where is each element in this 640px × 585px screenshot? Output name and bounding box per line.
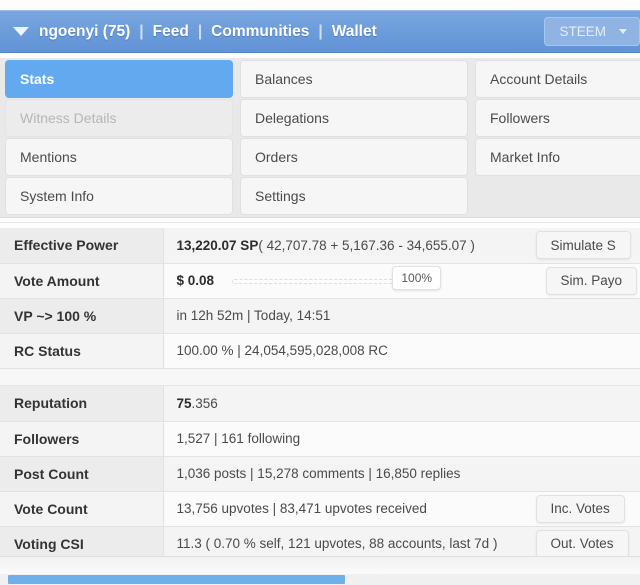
- tab-stats[interactable]: Stats: [5, 60, 233, 98]
- stat-value-primary: $ 0.08: [176, 273, 215, 288]
- bottom-gap-band: [0, 556, 640, 574]
- stat-value-primary: 13,220.07 SP: [176, 237, 259, 253]
- stat-value: in 12h 52m | Today, 14:51: [177, 308, 640, 323]
- tab-witness-details: Witness Details: [5, 99, 233, 137]
- nav-separator: |: [197, 22, 203, 40]
- nav-separator: |: [139, 22, 144, 40]
- slider-thumb[interactable]: 100%: [392, 265, 442, 290]
- action-button-simulate-s[interactable]: Simulate S: [535, 231, 631, 259]
- action-button-inc-votes[interactable]: Inc. Votes: [535, 494, 625, 523]
- stat-label: Post Count: [0, 456, 164, 492]
- stats-table-top: Effective Power 13,220.07 SP ( 42,707.78 …: [0, 228, 640, 369]
- stat-value-secondary: .356: [191, 395, 218, 411]
- panel-divider: [0, 217, 640, 218]
- stat-value-cell: $ 0.08 100% Sim. Payo: [163, 263, 640, 299]
- nav-separator: |: [318, 22, 323, 40]
- table-row: Vote Amount $ 0.08 100% Sim. Payo: [0, 263, 640, 299]
- stat-value-cell: 13,220.07 SP ( 42,707.78 + 5,167.36 - 34…: [163, 228, 640, 264]
- stat-value-cell: 1,527 | 161 following: [163, 421, 640, 457]
- tab-label: Orders: [255, 149, 298, 165]
- table-row: Post Count 1,036 posts | 15,278 comments …: [0, 456, 640, 492]
- panel-divider-secondary: [0, 222, 640, 223]
- table-row: Reputation 75.356: [0, 386, 640, 422]
- tab-grid: Stats Balances Account Details Witness Deta…: [0, 60, 640, 215]
- stat-value: 100.00 % | 24,054,595,028,008 RC: [177, 343, 640, 358]
- tab-label: Stats: [20, 71, 55, 87]
- stat-label: RC Status: [0, 333, 164, 369]
- stat-value-cell: 100.00 % | 24,054,595,028,008 RC: [163, 333, 640, 369]
- stat-label: Vote Amount: [0, 263, 164, 299]
- stat-value-primary: 75: [176, 395, 192, 411]
- stat-value-cell: in 12h 52m | Today, 14:51: [163, 298, 640, 334]
- tab-followers[interactable]: Followers: [475, 99, 640, 137]
- tab-orders[interactable]: Orders: [240, 138, 468, 176]
- tab-account-details[interactable]: Account Details: [475, 60, 640, 98]
- app-root: ngoenyi (75) | Feed | Communities | Wall…: [0, 0, 640, 585]
- chevron-down-icon: [619, 29, 627, 34]
- stat-value-secondary: 100.00 % | 24,054,595,028,008 RC: [176, 343, 388, 358]
- spacer-cell-label: [0, 368, 163, 386]
- tab-label: Witness Details: [20, 110, 117, 126]
- table-row: Effective Power 13,220.07 SP ( 42,707.78 …: [0, 228, 640, 264]
- currency-dropdown-label: STEEM: [559, 24, 606, 39]
- tab-panel: Stats Balances Account Details Witness Deta…: [0, 58, 640, 217]
- tab-mentions[interactable]: Mentions: [5, 138, 233, 176]
- tab-balances[interactable]: Balances: [240, 60, 468, 98]
- currency-dropdown[interactable]: STEEM: [544, 17, 640, 46]
- stat-value: 1,036 posts | 15,278 comments | 16,850 r…: [177, 466, 640, 481]
- tab-placeholder: [475, 177, 640, 215]
- nav-link-communities[interactable]: Communities: [211, 23, 309, 41]
- tab-label: Followers: [490, 110, 550, 126]
- stat-value-secondary: 1,036 posts | 15,278 comments | 16,850 r…: [176, 466, 461, 481]
- table-row: Vote Count 13,756 upvotes | 83,471 upvote…: [0, 491, 640, 527]
- stat-label: VP ~> 100 %: [0, 298, 164, 334]
- slider-track: [232, 278, 420, 284]
- stat-value: 75.356: [177, 396, 640, 411]
- action-button-out-votes[interactable]: Out. Votes: [535, 529, 629, 558]
- top-navigation-bar: ngoenyi (75) | Feed | Communities | Wall…: [0, 10, 640, 53]
- stat-label: Vote Count: [0, 491, 164, 527]
- tab-label: Delegations: [255, 110, 329, 126]
- nav-link-feed[interactable]: Feed: [153, 23, 189, 41]
- nav-link-wallet[interactable]: Wallet: [332, 23, 377, 41]
- tab-label: Mentions: [20, 149, 77, 165]
- tab-delegations[interactable]: Delegations: [240, 99, 468, 137]
- spacer-cell-value: [163, 368, 640, 386]
- stat-value-secondary: 13,756 upvotes | 83,471 upvotes received: [176, 501, 427, 516]
- stat-value-secondary: 11.3 ( 0.70 % self, 121 upvotes, 88 acco…: [176, 536, 498, 551]
- tab-label: Account Details: [490, 71, 588, 87]
- action-button-sim-payo[interactable]: Sim. Payo: [545, 266, 638, 295]
- stat-value-cell: 13,756 upvotes | 83,471 upvotes received…: [163, 491, 640, 527]
- tab-label: System Info: [20, 188, 94, 204]
- stat-value-secondary: in 12h 52m | Today, 14:51: [176, 308, 331, 323]
- tab-market-info[interactable]: Market Info: [475, 138, 640, 176]
- tab-settings[interactable]: Settings: [240, 177, 468, 215]
- stat-label: Followers: [0, 421, 164, 457]
- tab-label: Settings: [255, 188, 306, 204]
- caret-down-icon[interactable]: [13, 27, 29, 36]
- stat-value-secondary: 1,527 | 161 following: [176, 431, 301, 446]
- vote-weight-slider[interactable]: 100%: [232, 265, 442, 290]
- nav-account-name[interactable]: ngoenyi (75): [39, 23, 130, 41]
- navbar-right: STEEM: [544, 17, 640, 46]
- tab-label: Balances: [255, 71, 313, 87]
- table-row: VP ~> 100 % in 12h 52m | Today, 14:51: [0, 298, 640, 334]
- table-row: Followers 1,527 | 161 following: [0, 421, 640, 457]
- tab-label: Market Info: [490, 149, 561, 165]
- stat-value-cell: 75.356: [163, 386, 640, 422]
- tab-system-info[interactable]: System Info: [5, 177, 233, 215]
- stat-value-cell: 1,036 posts | 15,278 comments | 16,850 r…: [163, 456, 640, 492]
- stat-value-secondary: ( 42,707.78 + 5,167.36 - 34,655.07 ): [258, 237, 475, 253]
- stats-spacer-table: [0, 368, 640, 386]
- table-row: RC Status 100.00 % | 24,054,595,028,008 R…: [0, 333, 640, 369]
- navbar-links: ngoenyi (75) | Feed | Communities | Wall…: [0, 11, 544, 52]
- stats-container: Effective Power 13,220.07 SP ( 42,707.78 …: [0, 228, 640, 562]
- bottom-progress-fill: [8, 575, 345, 584]
- stat-value: 1,527 | 161 following: [177, 431, 640, 446]
- section-spacer-row: [0, 368, 640, 386]
- stat-label: Effective Power: [0, 228, 164, 264]
- stats-table-bottom: Reputation 75.356 Followers 1,527 | 161 fol…: [0, 386, 640, 562]
- stat-label: Reputation: [0, 386, 164, 422]
